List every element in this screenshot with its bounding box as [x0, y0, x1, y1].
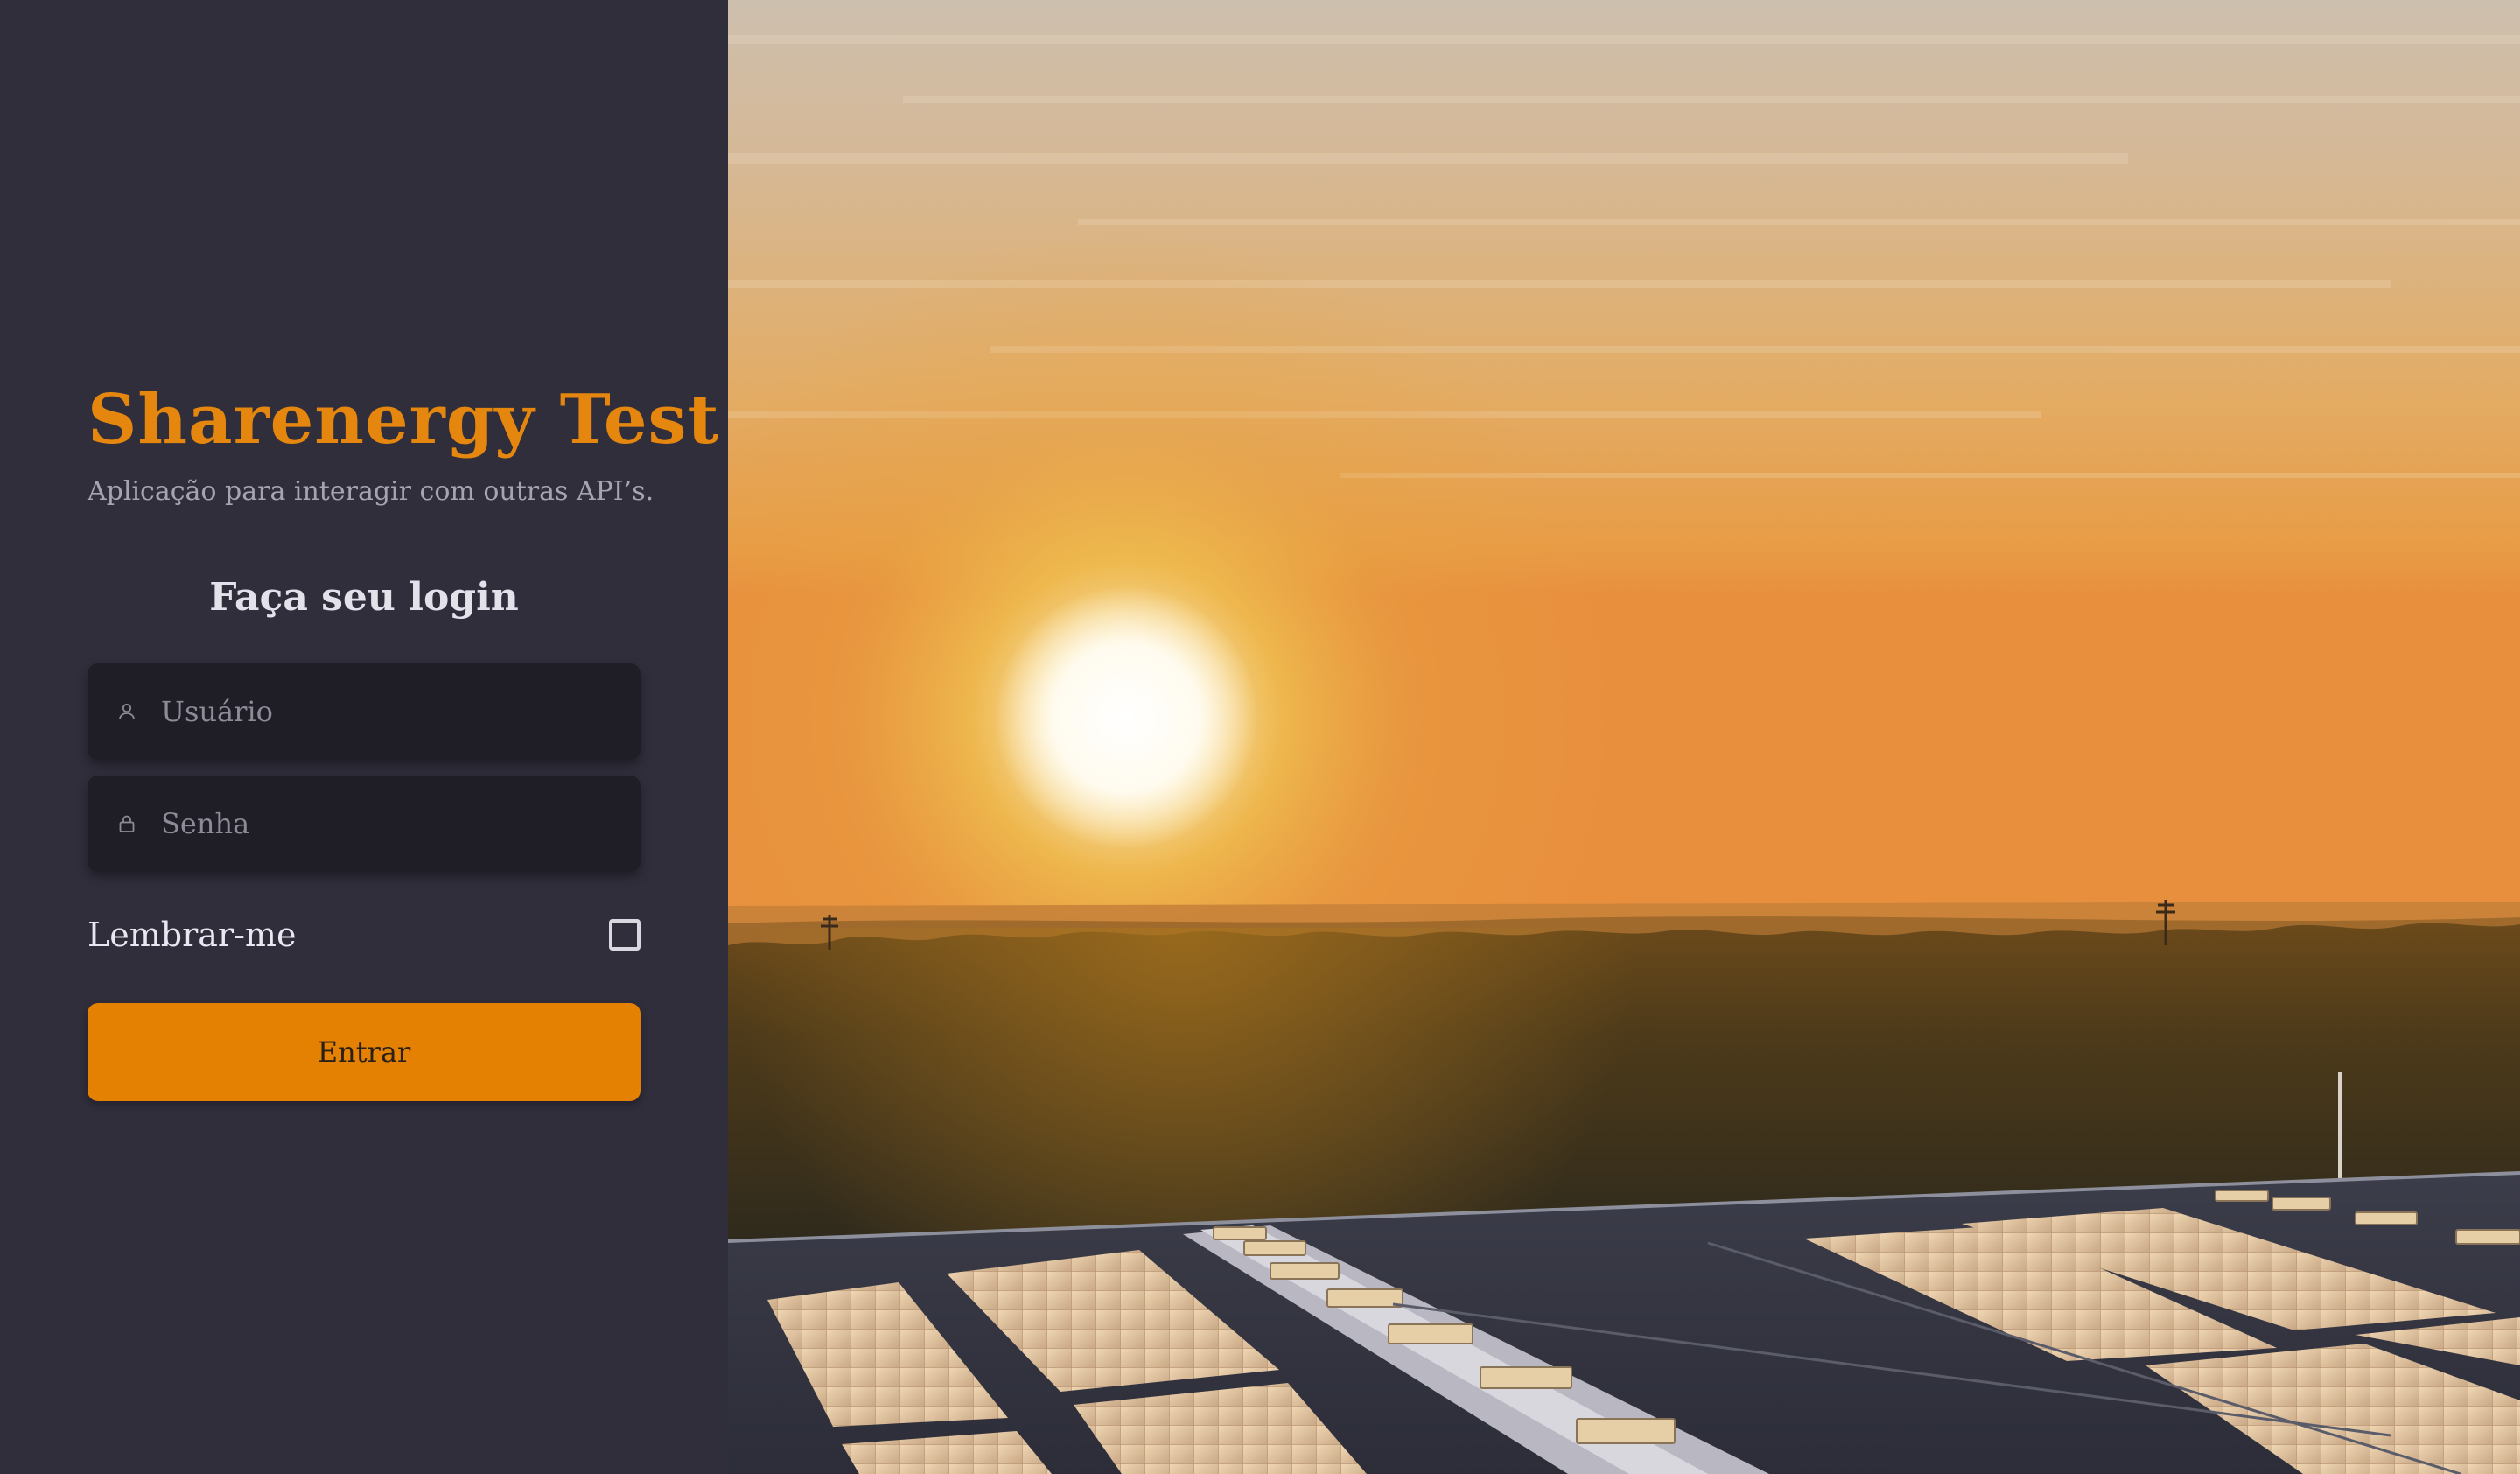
- login-form: Lembrar-me Entrar: [88, 663, 640, 1101]
- remember-me-checkbox[interactable]: [609, 919, 640, 951]
- password-input[interactable]: [161, 797, 614, 850]
- remember-me-label: Lembrar-me: [88, 916, 297, 954]
- username-field[interactable]: [88, 663, 640, 760]
- lock-icon: [114, 811, 140, 837]
- brand-subtitle: Aplicação para interagir com outras API’…: [88, 476, 654, 507]
- login-heading: Faça seu login: [209, 575, 519, 620]
- login-submit-button[interactable]: Entrar: [88, 1003, 640, 1101]
- sunset-solar-scene: [728, 0, 2520, 1474]
- login-panel: Sharenergy Test Aplicação para interagir…: [0, 0, 728, 1474]
- user-icon: [114, 698, 140, 725]
- username-input[interactable]: [161, 685, 614, 738]
- login-form-container: Sharenergy Test Aplicação para interagir…: [88, 375, 720, 1101]
- hero-image: [728, 0, 2520, 1474]
- brand-title: Sharenergy Test: [88, 380, 720, 460]
- login-page: Sharenergy Test Aplicação para interagir…: [0, 0, 2520, 1474]
- password-field[interactable]: [88, 776, 640, 872]
- remember-me-row: Lembrar-me: [88, 909, 640, 961]
